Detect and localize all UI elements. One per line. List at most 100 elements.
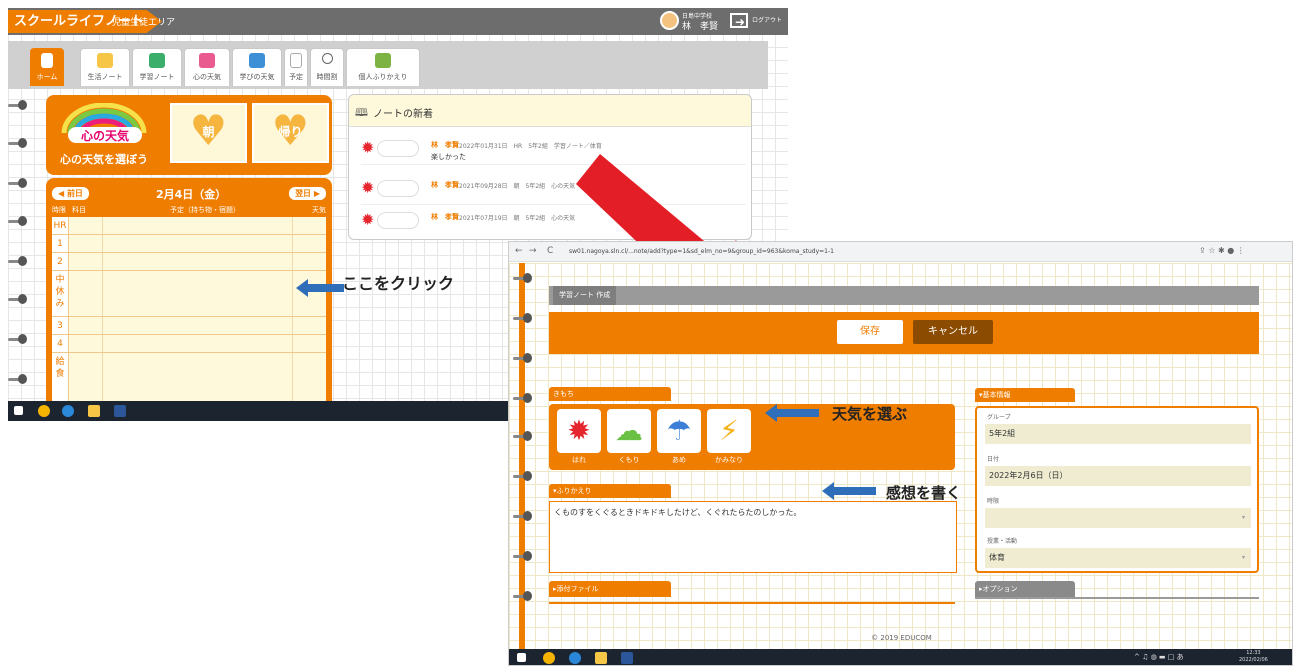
copyright: © 2019 EDUCOM: [871, 634, 932, 642]
table-row[interactable]: HR: [52, 217, 326, 235]
return-label: 帰り: [278, 125, 303, 139]
windows-start-icon[interactable]: [14, 406, 23, 415]
word-icon[interactable]: [621, 652, 633, 664]
news-meta: 2021年09月28日 朝 5年2組 心の天気: [459, 183, 576, 190]
binder-ring: [513, 551, 535, 562]
reflection-section-title[interactable]: ▾ふりかえり: [549, 484, 671, 498]
mind-weather-logo: 心の天気: [61, 103, 147, 143]
tab-learning-weather[interactable]: 学びの天気: [232, 48, 282, 86]
group-field: 5年2組: [985, 424, 1251, 444]
period-cell: 3: [52, 317, 69, 334]
news-title: ノートの新着: [373, 109, 433, 120]
tab-home[interactable]: ホーム: [30, 48, 64, 86]
back-icon[interactable]: ←: [515, 246, 523, 256]
binder-ring: [513, 313, 535, 324]
table-row[interactable]: 中 休 み: [52, 271, 326, 317]
tab-label: 個人ふりかえり: [358, 73, 408, 81]
tab-life-note[interactable]: 生活ノート: [80, 48, 130, 86]
schedule-table: HR 1 2 中 休 み 3 4 給 食: [52, 217, 326, 421]
tab-mind-weather[interactable]: 心の天気: [184, 48, 230, 86]
next-day-button[interactable]: 翌日 ▶: [289, 187, 326, 200]
news-meta: 2021年07月19日 朝 5年2組 心の天気: [459, 215, 576, 222]
weather-label: あめ: [672, 456, 686, 464]
table-row[interactable]: 1: [52, 235, 326, 253]
forward-icon[interactable]: →: [529, 246, 537, 256]
weather-thunder-button[interactable]: ⚡: [707, 409, 751, 453]
tab-schedule[interactable]: 予定: [284, 48, 308, 86]
morning-button[interactable]: ♥ 朝: [170, 103, 247, 163]
table-row[interactable]: 3: [52, 317, 326, 335]
book-icon: [375, 53, 391, 68]
windows-start-icon[interactable]: [517, 653, 526, 662]
edge-icon[interactable]: [62, 405, 74, 417]
clock-time: 12:33: [1246, 650, 1261, 656]
news-author: 林 孝賢: [431, 141, 459, 149]
binder-ring: [8, 256, 30, 267]
info-section-title[interactable]: ▾基本情報: [975, 388, 1075, 402]
system-tray[interactable]: ^ ♫ ◍ ▬ □ あ: [1134, 652, 1184, 662]
home-icon: [41, 53, 53, 68]
reflection-text: くものすをくぐるときドキドキしたけど、くぐれたらたのしかった。: [554, 508, 802, 517]
option-section-title[interactable]: ▸オプション: [975, 581, 1075, 597]
basic-info-panel: グループ 5年2組 日付 2022年2月6日（日） 時限 ▾ 授業・活動 体育 ▾: [975, 406, 1259, 573]
period-label: 時限: [987, 498, 1000, 505]
weather-cloudy-button[interactable]: ☁: [607, 409, 651, 453]
binder-ring: [513, 431, 535, 442]
write-comment-callout: 感想を書く: [886, 484, 962, 502]
binder-ring: [513, 511, 535, 522]
lightning-icon: ⚡: [719, 414, 739, 447]
schedule-date: 2月4日（金）: [156, 188, 227, 201]
clock-date: 2022/02/06: [1239, 657, 1268, 663]
schedule-card: ◀ 前日 2月4日（金） 翌日 ▶ 時限 科目 予定（持ち物・宿題） 天気 HR…: [46, 178, 332, 421]
study-note-icon: [149, 53, 165, 68]
table-row[interactable]: 4: [52, 335, 326, 353]
date-field[interactable]: 2022年2月6日（日）: [985, 466, 1251, 486]
mind-weather-card: 心の天気 心の天気を選ぼう ♥ 朝 ♥ 帰り: [46, 95, 332, 175]
news-author: 林 孝賢: [431, 181, 459, 189]
prev-day-button[interactable]: ◀ 前日: [52, 187, 89, 200]
tab-timetable[interactable]: 時間割: [310, 48, 344, 86]
return-button[interactable]: ♥ 帰り: [252, 103, 329, 163]
chrome-icon[interactable]: [38, 405, 50, 417]
activity-select[interactable]: 体育 ▾: [985, 548, 1251, 568]
cancel-button[interactable]: キャンセル: [913, 320, 993, 344]
header-plan: 予定（持ち物・宿題）: [170, 206, 240, 214]
binder-ring: [8, 100, 30, 111]
note-page: 学習ノート 作成 保存 キャンセル きもち ✹ はれ ☁ くもり ☂ あめ ⚡ …: [509, 263, 1292, 649]
binder-ring: [513, 591, 535, 602]
word-icon[interactable]: [114, 405, 126, 417]
folder-icon[interactable]: [88, 405, 100, 417]
browser-extension-icons[interactable]: ⇪ ☆ ✱ ● ⋮: [1199, 246, 1245, 255]
edge-icon[interactable]: [569, 652, 581, 664]
user-name: 林 孝賢: [682, 22, 719, 32]
table-row[interactable]: 2: [52, 253, 326, 271]
attachment-section-title[interactable]: ▸添付ファイル: [549, 581, 671, 597]
folder-icon[interactable]: [595, 652, 607, 664]
calendar-icon: [290, 53, 302, 68]
reload-icon[interactable]: C: [547, 246, 553, 256]
tab-reflection[interactable]: 個人ふりかえり: [346, 48, 420, 86]
save-button[interactable]: 保存: [837, 320, 903, 344]
logout-button[interactable]: ログアウト: [728, 11, 786, 32]
period-cell: 2: [52, 253, 69, 270]
click-here-callout: ここをクリック: [342, 274, 455, 293]
clock: 12:33 2022/02/06: [1239, 650, 1268, 664]
news-header: 🕮 ノートの新着: [349, 95, 751, 127]
top-bar: スクールライフノート 児童生徒エリア 日島中学校 林 孝賢 ログアウト: [8, 8, 788, 35]
chrome-icon[interactable]: [543, 652, 555, 664]
tab-study-note[interactable]: 学習ノート: [132, 48, 182, 86]
weather-sunny-button[interactable]: ✹: [557, 409, 601, 453]
ime-indicator: あ: [1176, 653, 1184, 661]
taskbar: ^ ♫ ◍ ▬ □ あ 12:33 2022/02/06: [509, 649, 1292, 665]
page-header: 学習ノート 作成: [549, 286, 1259, 305]
tab-label: 予定: [289, 73, 303, 81]
period-select[interactable]: ▾: [985, 508, 1251, 528]
header-period: 時限: [52, 206, 66, 214]
header-weather: 天気: [312, 206, 326, 214]
activity-value: 体育: [989, 553, 1005, 562]
logout-label: ログアウト: [752, 17, 783, 24]
reflection-textarea[interactable]: くものすをくぐるときドキドキしたけど、くぐれたらたのしかった。: [549, 501, 957, 573]
weather-rainy-button[interactable]: ☂: [657, 409, 701, 453]
url-field[interactable]: sw01.nagoya.sln.cl/...note/add?type=1&sd…: [569, 245, 1169, 259]
area-label: 児童生徒エリア: [112, 18, 176, 28]
